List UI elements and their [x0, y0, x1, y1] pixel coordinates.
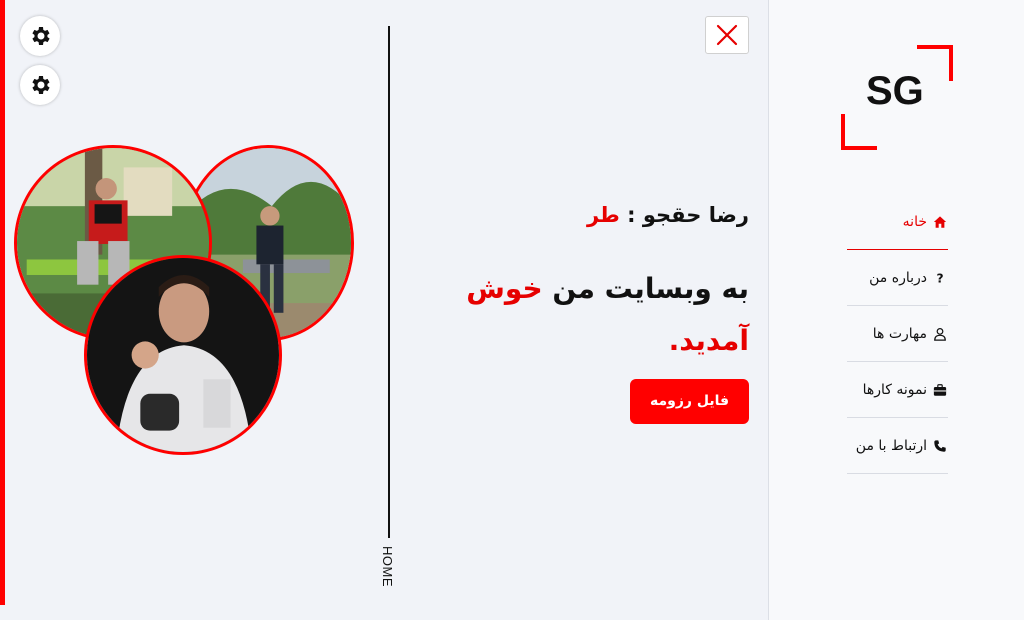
- welcome-text: به وبسایت من: [542, 272, 749, 305]
- name-separator: :: [619, 203, 643, 227]
- profile-photo-portrait: [84, 255, 282, 455]
- close-button[interactable]: [705, 16, 749, 54]
- sidebar-item-label: مهارت ها: [872, 325, 927, 342]
- sidebar-item-contact[interactable]: ارتباط با من: [847, 418, 948, 474]
- user-icon: [932, 326, 948, 342]
- svg-text:?: ?: [936, 271, 943, 285]
- home-icon: [932, 214, 948, 230]
- hero-subtitle: رضا حقجو : طر: [429, 195, 749, 235]
- sidebar-nav: خانه ? درباره من مهارت ها نمونه کارها ار…: [847, 194, 948, 474]
- profile-photo-collage: [12, 145, 357, 460]
- logo-corner-bottom: [841, 114, 877, 150]
- resume-download-button[interactable]: فایل رزومه: [630, 379, 749, 424]
- scroll-indicator-line: [388, 26, 390, 538]
- owner-name: رضا حقجو: [642, 203, 749, 227]
- welcome-text-end: آمدید.: [668, 324, 749, 357]
- briefcase-icon: [932, 382, 948, 398]
- settings-button-2[interactable]: [20, 65, 60, 105]
- sidebar-item-label: درباره من: [869, 269, 927, 286]
- close-icon: [716, 24, 738, 46]
- welcome-heading: به وبسایت من خوش آمدید.: [429, 263, 749, 367]
- sidebar-item-label: ارتباط با من: [855, 437, 927, 454]
- sidebar-item-portfolio[interactable]: نمونه کارها: [847, 362, 948, 418]
- welcome-accent: خوش: [466, 272, 543, 305]
- sidebar-item-about[interactable]: ? درباره من: [847, 250, 948, 306]
- owner-role: طر: [586, 203, 620, 227]
- sidebar-item-label: خانه: [902, 213, 927, 230]
- logo[interactable]: SG: [841, 45, 953, 150]
- settings-button-1[interactable]: [20, 16, 60, 56]
- left-accent-bar: [0, 0, 5, 605]
- question-icon: ?: [932, 270, 948, 286]
- sidebar-item-home[interactable]: خانه: [847, 194, 948, 250]
- hero-section: رضا حقجو : طر به وبسایت من خوش آمدید. فا…: [429, 195, 749, 424]
- gear-icon: [32, 76, 50, 94]
- scroll-indicator-label: HOME: [380, 546, 395, 587]
- sidebar-item-skills[interactable]: مهارت ها: [847, 306, 948, 362]
- logo-text: SG: [866, 69, 924, 113]
- sidebar-item-label: نمونه کارها: [862, 381, 927, 398]
- gear-icon: [32, 27, 50, 45]
- phone-icon: [932, 438, 948, 454]
- sidebar: SG خانه ? درباره من مهارت ها نمونه کارها: [768, 0, 1024, 620]
